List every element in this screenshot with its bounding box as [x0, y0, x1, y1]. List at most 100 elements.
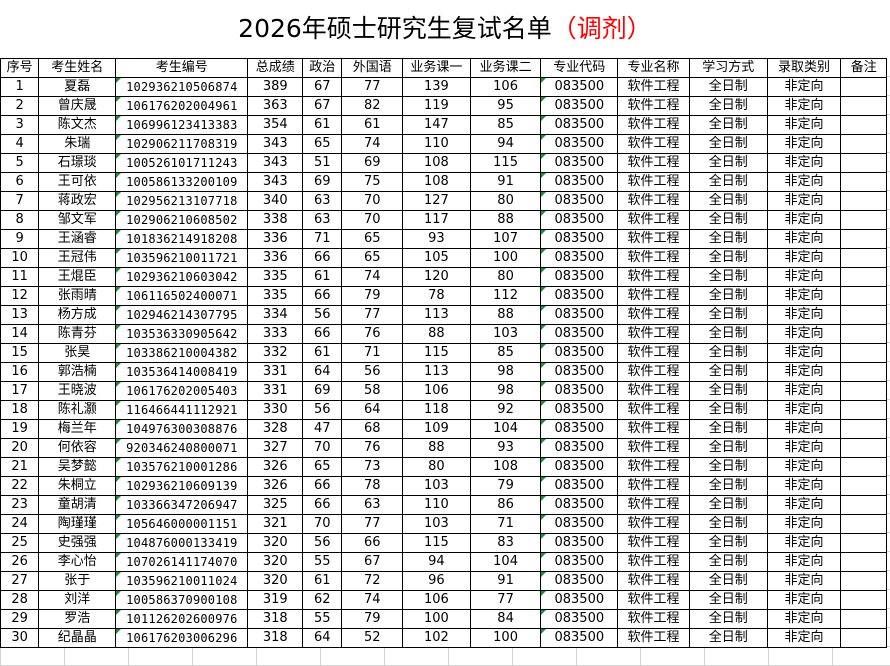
table-cell[interactable]: 70	[341, 191, 404, 211]
table-cell[interactable]: 103576210001286	[115, 457, 249, 477]
table-cell[interactable]: 66	[302, 495, 343, 515]
table-cell[interactable]: 104	[469, 552, 542, 572]
table-cell[interactable]: 非定向	[766, 628, 842, 648]
column-header[interactable]: 考生姓名	[38, 58, 117, 78]
table-cell[interactable]: 全日制	[688, 609, 768, 629]
table-cell[interactable]: 80	[402, 457, 471, 477]
table-cell[interactable]: 94	[402, 552, 471, 572]
table-cell[interactable]	[840, 210, 887, 230]
table-cell[interactable]: 78	[402, 286, 471, 306]
table-cell[interactable]: 纪晶晶	[38, 628, 117, 648]
table-cell[interactable]: 103	[469, 324, 542, 344]
table-cell[interactable]: 63	[302, 210, 343, 230]
table-cell[interactable]: 63	[341, 495, 404, 515]
table-cell[interactable]: 王焜臣	[38, 267, 117, 287]
table-cell[interactable]: 94	[469, 134, 542, 154]
table-cell[interactable]	[840, 400, 887, 420]
table-cell[interactable]: 全日制	[688, 77, 768, 97]
table-cell[interactable]: 083500	[540, 134, 619, 154]
table-cell[interactable]	[840, 628, 887, 648]
table-cell[interactable]: 非定向	[766, 286, 842, 306]
table-cell[interactable]: 64	[302, 362, 343, 382]
table-cell[interactable]: 80	[469, 191, 542, 211]
table-cell[interactable]: 67	[341, 552, 404, 572]
column-header[interactable]: 业务课二	[469, 58, 542, 78]
table-cell[interactable]: 77	[341, 514, 404, 534]
table-cell[interactable]: 软件工程	[617, 115, 690, 135]
table-cell[interactable]: 非定向	[766, 476, 842, 496]
table-cell[interactable]: 103366347206947	[115, 495, 249, 515]
table-cell[interactable]	[840, 305, 887, 325]
table-cell[interactable]: 软件工程	[617, 267, 690, 287]
table-cell[interactable]: 335	[247, 286, 304, 306]
table-cell[interactable]: 127	[402, 191, 471, 211]
table-cell[interactable]: 61	[302, 343, 343, 363]
table-cell[interactable]: 全日制	[688, 153, 768, 173]
table-cell[interactable]: 332	[247, 343, 304, 363]
column-header[interactable]: 备注	[840, 58, 887, 78]
table-cell[interactable]: 非定向	[766, 571, 842, 591]
table-cell[interactable]: 104976300308876	[115, 419, 249, 439]
table-cell[interactable]: 86	[469, 495, 542, 515]
table-cell[interactable]: 软件工程	[617, 419, 690, 439]
column-header[interactable]: 业务课一	[402, 58, 471, 78]
table-cell[interactable]: 刘洋	[38, 590, 117, 610]
table-cell[interactable]: 软件工程	[617, 400, 690, 420]
table-cell[interactable]: 118	[402, 400, 471, 420]
table-cell[interactable]: 106	[469, 77, 542, 97]
table-cell[interactable]	[840, 533, 887, 553]
table-cell[interactable]: 全日制	[688, 229, 768, 249]
table-cell[interactable]: 非定向	[766, 96, 842, 116]
table-cell[interactable]	[840, 286, 887, 306]
table-cell[interactable]: 全日制	[688, 172, 768, 192]
table-cell[interactable]: 非定向	[766, 590, 842, 610]
table-cell[interactable]: 326	[247, 476, 304, 496]
table-cell[interactable]: 全日制	[688, 115, 768, 135]
table-cell[interactable]: 117	[402, 210, 471, 230]
table-cell[interactable]: 106176203006296	[115, 628, 249, 648]
table-cell[interactable]: 软件工程	[617, 77, 690, 97]
table-cell[interactable]: 85	[469, 343, 542, 363]
table-cell[interactable]: 8	[0, 210, 40, 230]
table-cell[interactable]: 全日制	[688, 248, 768, 268]
table-cell[interactable]: 非定向	[766, 552, 842, 572]
table-cell[interactable]: 083500	[540, 305, 619, 325]
table-cell[interactable]: 083500	[540, 248, 619, 268]
table-cell[interactable]: 何依容	[38, 438, 117, 458]
table-cell[interactable]: 李心怡	[38, 552, 117, 572]
table-cell[interactable]: 邹文军	[38, 210, 117, 230]
table-cell[interactable]: 64	[341, 400, 404, 420]
table-cell[interactable]	[840, 362, 887, 382]
table-cell[interactable]: 112	[469, 286, 542, 306]
table-cell[interactable]: 全日制	[688, 381, 768, 401]
table-cell[interactable]: 108	[402, 172, 471, 192]
table-cell[interactable]: 非定向	[766, 495, 842, 515]
table-cell[interactable]: 66	[302, 324, 343, 344]
table-cell[interactable]: 65	[341, 248, 404, 268]
table-cell[interactable]	[840, 153, 887, 173]
table-cell[interactable]: 74	[341, 134, 404, 154]
table-cell[interactable]: 52	[341, 628, 404, 648]
table-cell[interactable]: 21	[0, 457, 40, 477]
table-cell[interactable]	[840, 476, 887, 496]
table-cell[interactable]: 18	[0, 400, 40, 420]
table-cell[interactable]: 19	[0, 419, 40, 439]
table-cell[interactable]: 陈礼灏	[38, 400, 117, 420]
table-cell[interactable]: 童胡清	[38, 495, 117, 515]
table-cell[interactable]: 软件工程	[617, 362, 690, 382]
table-cell[interactable]: 非定向	[766, 115, 842, 135]
table-cell[interactable]: 11	[0, 267, 40, 287]
table-cell[interactable]: 66	[302, 476, 343, 496]
table-cell[interactable]: 88	[469, 305, 542, 325]
table-cell[interactable]: 罗浩	[38, 609, 117, 629]
table-cell[interactable]: 083500	[540, 267, 619, 287]
table-cell[interactable]: 15	[0, 343, 40, 363]
table-cell[interactable]: 083500	[540, 590, 619, 610]
table-cell[interactable]: 全日制	[688, 571, 768, 591]
table-cell[interactable]: 083500	[540, 191, 619, 211]
table-cell[interactable]: 363	[247, 96, 304, 116]
table-cell[interactable]: 全日制	[688, 362, 768, 382]
table-cell[interactable]: 朱瑞	[38, 134, 117, 154]
table-cell[interactable]: 26	[0, 552, 40, 572]
table-cell[interactable]: 56	[341, 362, 404, 382]
